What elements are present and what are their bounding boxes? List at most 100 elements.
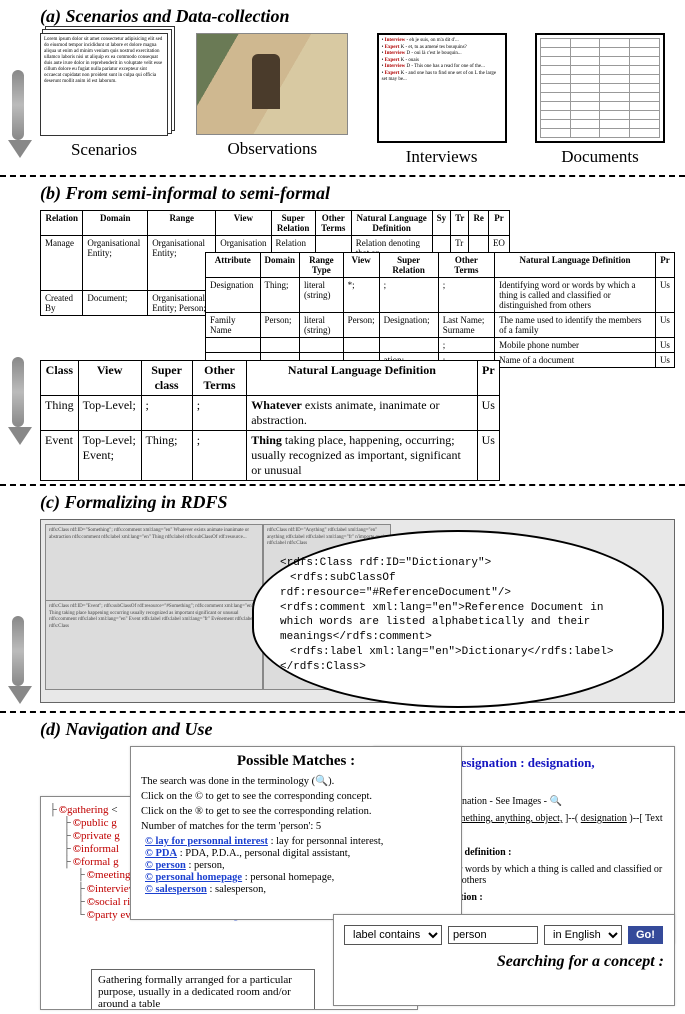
table-header: View — [216, 211, 271, 236]
scenarios-card: Lorem ipsum dolor sit amet consectetur a… — [40, 33, 168, 160]
documents-card: Documents — [535, 33, 665, 167]
scenarios-stack-icon: Lorem ipsum dolor sit amet consectetur a… — [40, 33, 168, 136]
table-cell: Us — [477, 431, 499, 481]
attributes-table: AttributeDomainRange TypeViewSuper Relat… — [205, 252, 675, 368]
navigation-wrap: Possible Matches : The search was done i… — [40, 746, 675, 1006]
table-header: Domain — [83, 211, 148, 236]
interviews-card: • Interview - eh je suis, on m'a dit d'.… — [377, 33, 507, 167]
table-header: Other Terms — [315, 211, 351, 236]
rdfs-panel: rdfs:Class rdf:ID="Something"; rdfs:comm… — [40, 519, 675, 703]
search-heading: Searching for a concept : — [344, 953, 664, 971]
table-header: Natural Language Definition — [247, 361, 477, 396]
table-cell: Name of a document — [495, 353, 656, 368]
rdf-line: <rdfs:comment xml:lang="en">Reference Do… — [280, 601, 640, 646]
table-cell: *; — [343, 278, 379, 313]
table-cell: Manage — [41, 236, 83, 291]
documents-label: Documents — [535, 147, 665, 167]
tree-tooltip: Gathering formally arranged for a partic… — [91, 969, 315, 1010]
table-cell: Designation — [206, 278, 261, 313]
table-row: ;Mobile phone numberUs — [206, 338, 675, 353]
search-row: label contains in English Go! — [344, 925, 664, 945]
arrow-down-icon — [8, 357, 28, 445]
search-input[interactable] — [448, 926, 538, 944]
table-cell: Us — [655, 278, 674, 313]
documents-doc-icon — [535, 33, 665, 143]
observations-label: Observations — [196, 139, 348, 159]
table-cell: Last Name; Surname — [438, 313, 494, 338]
matches-count: Number of matches for the term 'person':… — [141, 821, 451, 832]
table-cell: Identifying word or words by which a thi… — [495, 278, 656, 313]
table-row: DesignationThing;literal (string)*;;;Ide… — [206, 278, 675, 313]
table-cell: Person; — [260, 313, 300, 338]
table-cell: Event — [41, 431, 79, 481]
rdf-line: <rdfs:label xml:lang="en">Dictionary</rd… — [280, 645, 640, 660]
matches-intro: The search was done in the terminology (… — [141, 774, 451, 787]
match-item[interactable]: © person : person, — [141, 860, 451, 871]
table-cell: Thing taking place, happening, occurring… — [247, 431, 477, 481]
table-cell: Person; — [343, 313, 379, 338]
section-a: (a) Scenarios and Data-collection Lorem … — [0, 0, 685, 175]
table-row: ThingTop-Level;;;Whatever exists animate… — [41, 396, 500, 431]
table-header: View — [78, 361, 141, 396]
table-header: Pr — [488, 211, 509, 236]
section-b-title: (b) From semi-informal to semi-formal — [40, 183, 675, 204]
table-header: Other Terms — [192, 361, 247, 396]
rdf-line: <rdfs:subClassOf — [280, 571, 640, 586]
table-header: Natural Language Definition — [351, 211, 432, 236]
table-cell: ; — [192, 396, 247, 431]
table-header: Pr — [655, 253, 674, 278]
table-cell: Us — [655, 338, 674, 353]
observations-card: Observations — [196, 33, 348, 159]
table-cell: Created By — [41, 291, 83, 316]
table-header: Tr — [451, 211, 469, 236]
table-cell: Us — [477, 396, 499, 431]
rdf-line: <rdfs:Class rdf:ID="Dictionary"> — [280, 556, 640, 571]
matches-intro: Click on the ® to get to see the corresp… — [141, 806, 451, 817]
go-button[interactable]: Go! — [628, 926, 663, 944]
table-cell: ; — [192, 431, 247, 481]
section-d-title: (d) Navigation and Use — [40, 719, 675, 740]
table-cell — [260, 338, 300, 353]
match-item[interactable]: © lay for personnal interest : lay for p… — [141, 836, 451, 847]
match-item[interactable]: © personal homepage : personal homepage, — [141, 872, 451, 883]
mini-table — [540, 38, 660, 138]
table-header: Pr — [477, 361, 499, 396]
table-cell: Us — [655, 353, 674, 368]
tables-container-b: RelationDomainRangeViewSuper RelationOth… — [40, 210, 675, 480]
table-cell: Top-Level; — [78, 396, 141, 431]
arrow-down-icon — [8, 70, 28, 158]
section-d: (d) Navigation and Use Possible Matches … — [0, 713, 685, 1014]
table-cell: Top-Level; Event; — [78, 431, 141, 481]
table-cell: The name used to identify the members of… — [495, 313, 656, 338]
table-header: Domain — [260, 253, 300, 278]
match-item[interactable]: © PDA : PDA, P.D.A., personal digital as… — [141, 848, 451, 859]
table-header: Super class — [141, 361, 192, 396]
section-c-title: (c) Formalizing in RDFS — [40, 492, 675, 513]
rdf-line: rdf:resource="#ReferenceDocument"/> — [280, 586, 640, 601]
table-row: EventTop-Level; Event;Thing;;Thing takin… — [41, 431, 500, 481]
table-header: Relation — [41, 211, 83, 236]
table-cell: Us — [655, 313, 674, 338]
table-cell: Thing — [41, 396, 79, 431]
observations-photo — [196, 33, 348, 135]
match-item[interactable]: © salesperson : salesperson, — [141, 884, 451, 895]
table-cell: Organisational Entity; — [83, 236, 148, 291]
table-cell: Thing; — [141, 431, 192, 481]
table-header: Natural Language Definition — [495, 253, 656, 278]
table-row: Family NamePerson;literal (string)Person… — [206, 313, 675, 338]
possible-matches-panel: Possible Matches : The search was done i… — [130, 746, 462, 920]
interviews-label: Interviews — [377, 147, 507, 167]
table-header: Re — [469, 211, 489, 236]
rdfs-block: rdfs:Class rdf:ID="Event"; rdfs:subClass… — [45, 600, 263, 690]
table-cell: Mobile phone number — [495, 338, 656, 353]
table-header: Range — [148, 211, 216, 236]
search-lang-select[interactable]: in English — [544, 925, 622, 945]
arrow-down-icon — [8, 616, 28, 704]
classes-table: ClassViewSuper classOther TermsNatural L… — [40, 360, 500, 481]
search-mode-select[interactable]: label contains — [344, 925, 442, 945]
rdf-zoom-bubble: <rdfs:Class rdf:ID="Dictionary"> <rdfs:s… — [252, 530, 664, 708]
matches-heading: Possible Matches : — [141, 753, 451, 770]
table-header: View — [343, 253, 379, 278]
table-cell: Family Name — [206, 313, 261, 338]
table-header: Super Relation — [379, 253, 438, 278]
